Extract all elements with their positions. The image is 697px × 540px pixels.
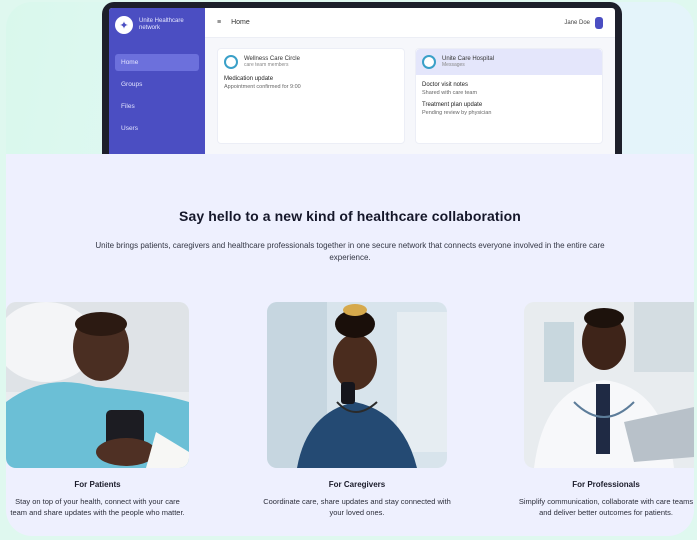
role-title-caregivers: For Caregivers [328, 480, 386, 489]
professional-photo [524, 302, 694, 468]
patient-photo [6, 302, 189, 468]
app-screen: ✦ Unite Healthcare network Home Groups F… [109, 8, 615, 154]
hero-frame: ✦ Unite Healthcare network Home Groups F… [6, 2, 694, 536]
group-logo-icon [224, 55, 238, 69]
brand: ✦ Unite Healthcare network [115, 16, 199, 34]
collaboration-section: Say hello to a new kind of healthcare co… [6, 154, 694, 536]
app-topbar: ≡ Home Jane Doe [205, 8, 615, 38]
user-avatar-icon[interactable] [595, 16, 603, 29]
role-desc-caregivers: Coordinate care, share updates and stay … [263, 497, 451, 517]
caregiver-photo [267, 302, 447, 468]
hospital-card[interactable]: Unite Care Hospital Messages Doctor visi… [415, 48, 603, 144]
app-main: ≡ Home Jane Doe Wellness Care Circle car… [205, 8, 615, 154]
section-intro: Unite brings patients, caregivers and he… [95, 241, 605, 262]
heart-globe-icon: ✦ [115, 16, 133, 34]
sidebar-item-groups[interactable]: Groups [115, 76, 199, 93]
role-title-professionals: For Professionals [572, 480, 640, 489]
sidebar-item-home[interactable]: Home [115, 54, 199, 71]
app-sidebar: ✦ Unite Healthcare network Home Groups F… [109, 8, 205, 154]
role-desc-patients: Stay on top of your health, connect with… [10, 497, 185, 517]
role-title-patients: For Patients [74, 480, 121, 489]
section-headline: Say hello to a new kind of healthcare co… [179, 208, 521, 224]
hospital-logo-icon [422, 55, 436, 69]
hamburger-icon[interactable]: ≡ [217, 19, 221, 26]
sidebar-item-files[interactable]: Files [115, 98, 199, 115]
laptop-mockup: ✦ Unite Healthcare network Home Groups F… [102, 2, 622, 154]
care-circle-card[interactable]: Wellness Care Circle care team members M… [217, 48, 405, 144]
brand-name: Unite Healthcare [139, 18, 184, 24]
role-desc-professionals: Simplify communication, collaborate with… [518, 497, 694, 517]
brand-tag: network [139, 25, 161, 31]
app-content: Wellness Care Circle care team members M… [205, 38, 615, 154]
user-name: Jane Doe [564, 19, 590, 26]
sidebar-item-users[interactable]: Users [115, 120, 199, 137]
topbar-title: Home [231, 19, 250, 26]
